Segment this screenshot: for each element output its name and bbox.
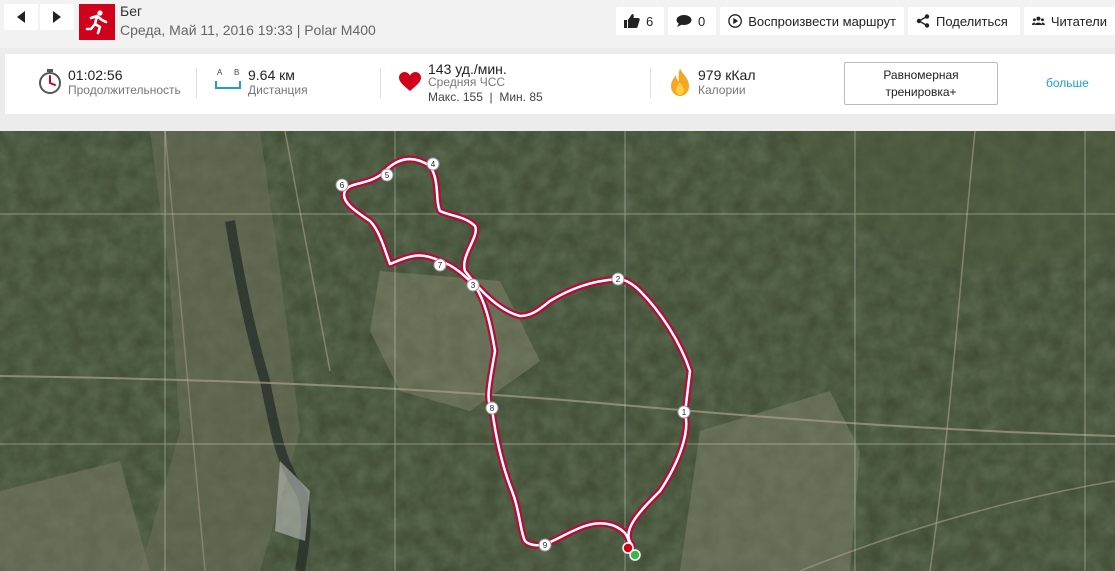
play-icon	[728, 14, 742, 28]
readers-button[interactable]: Читатели	[1024, 7, 1115, 35]
training-plan-line1: Равномерная	[883, 68, 959, 82]
divider	[380, 68, 381, 98]
like-button[interactable]: 6	[616, 7, 664, 35]
play-route-label: Воспроизвести маршрут	[748, 13, 896, 29]
more-link[interactable]: больше	[1046, 76, 1089, 90]
play-route-button[interactable]: Воспроизвести маршрут	[720, 7, 904, 35]
activity-subtitle: Среда, Май 11, 2016 19:33 | Polar M400	[120, 22, 376, 38]
km-marker-2[interactable]: 2	[611, 272, 625, 286]
running-icon	[79, 4, 115, 40]
km-marker-7[interactable]: 7	[433, 258, 447, 272]
ruler-icon: A B	[215, 68, 243, 96]
next-button[interactable]	[40, 4, 74, 30]
previous-button[interactable]	[4, 4, 38, 30]
heart-rate-label: Средняя ЧСС	[428, 75, 506, 89]
km-marker-1[interactable]: 1	[677, 405, 691, 419]
share-icon	[916, 14, 930, 28]
duration-label: Продолжительность	[68, 83, 181, 97]
satellite-map: 1 2 3 4 5 6 7 8 9	[0, 131, 1115, 571]
comments-count: 0	[698, 13, 706, 29]
svg-text:1: 1	[682, 408, 687, 417]
ruler-start-letter: A	[217, 68, 223, 77]
km-marker-3[interactable]: 3	[466, 278, 480, 292]
svg-text:8: 8	[490, 404, 495, 413]
km-marker-4[interactable]: 4	[426, 157, 440, 171]
arrow-right-icon	[53, 11, 61, 23]
divider	[650, 68, 651, 98]
svg-text:3: 3	[471, 281, 476, 290]
divider	[196, 68, 197, 98]
route-map[interactable]: 1 2 3 4 5 6 7 8 9	[0, 131, 1115, 571]
activity-title: Бег	[120, 3, 143, 19]
calories-stat: 979 кКал Калории	[665, 54, 835, 114]
summary-stats: 01:02:56 Продолжительность A B 9.64 км Д…	[5, 54, 1115, 114]
svg-text:7: 7	[438, 261, 443, 270]
readers-label: Читатели	[1050, 13, 1107, 29]
distance-value: 9.64 км	[248, 67, 295, 83]
distance-stat: A B 9.64 км Дистанция	[210, 54, 380, 114]
calories-label: Калории	[698, 83, 746, 97]
share-button[interactable]: Поделиться	[908, 7, 1020, 35]
heart-rate-stat: 143 уд./мин. Средняя ЧСС Макс. 155 | Мин…	[395, 54, 645, 114]
likes-count: 6	[646, 13, 654, 29]
training-plan-line2: тренировка+	[885, 85, 957, 99]
svg-text:4: 4	[431, 160, 436, 169]
svg-text:5: 5	[385, 171, 390, 180]
heart-icon	[399, 72, 421, 91]
km-marker-8[interactable]: 8	[485, 401, 499, 415]
km-marker-6[interactable]: 6	[335, 178, 349, 192]
svg-text:9: 9	[543, 541, 548, 550]
ruler-end-letter: B	[234, 68, 240, 77]
comment-icon	[676, 15, 692, 27]
arrow-left-icon	[17, 11, 25, 23]
calories-value: 979 кКал	[698, 67, 756, 83]
distance-label: Дистанция	[248, 83, 308, 97]
top-bar: Бег Среда, Май 11, 2016 19:33 | Polar M4…	[0, 0, 1115, 48]
km-marker-9[interactable]: 9	[538, 538, 552, 552]
duration-stat: 01:02:56 Продолжительность	[5, 54, 205, 114]
thumbs-up-icon	[624, 14, 640, 28]
users-icon	[1032, 16, 1045, 26]
training-plan-button[interactable]: Равномерная тренировка+	[844, 62, 998, 105]
svg-text:2: 2	[616, 275, 621, 284]
km-marker-5[interactable]: 5	[380, 168, 394, 182]
start-marker[interactable]	[629, 549, 641, 561]
share-label: Поделиться	[936, 13, 1008, 29]
duration-value: 01:02:56	[68, 67, 123, 83]
stopwatch-icon	[39, 69, 61, 94]
svg-text:6: 6	[340, 181, 345, 190]
heart-rate-minmax: Макс. 155 | Мин. 85	[428, 90, 543, 104]
flame-icon	[671, 68, 689, 96]
comments-button[interactable]: 0	[668, 7, 716, 35]
